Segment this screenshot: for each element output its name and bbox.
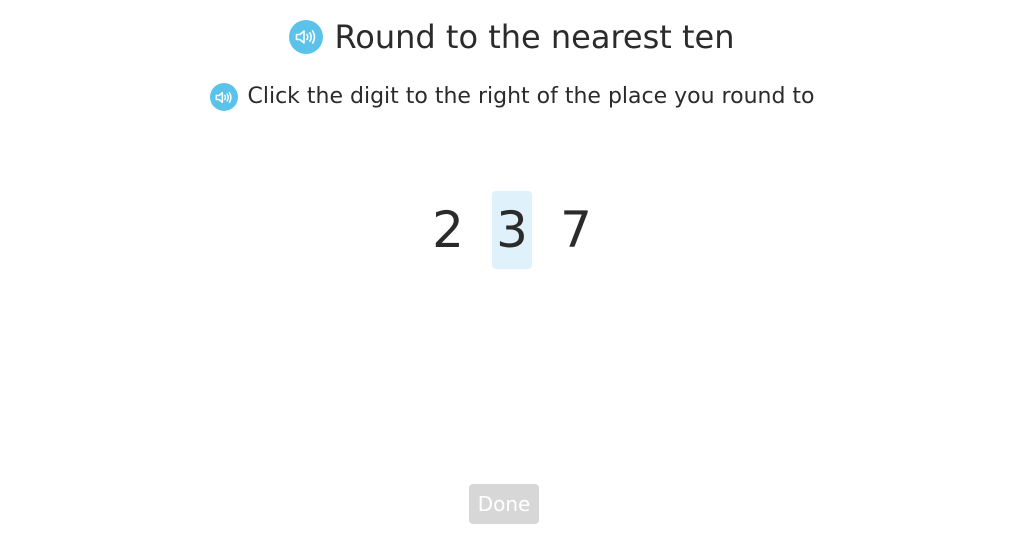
digit-hundreds[interactable]: 2 <box>428 191 468 269</box>
done-button[interactable]: Done <box>469 484 539 524</box>
title-speaker-icon[interactable] <box>289 20 324 54</box>
instruction-row: Click the digit to the right of the plac… <box>0 80 1024 114</box>
digit-ones[interactable]: 7 <box>556 191 596 269</box>
number-digits: 2 3 7 <box>0 191 1024 269</box>
instruction-group: Click the digit to the right of the plac… <box>209 80 815 114</box>
title-row: Round to the nearest ten <box>0 16 1024 58</box>
speaker-icon <box>215 91 232 103</box>
title-group: Round to the nearest ten <box>289 16 735 58</box>
page-title: Round to the nearest ten <box>334 18 735 56</box>
speaker-icon <box>296 30 316 44</box>
exercise-page: Round to the nearest ten Click the digit… <box>0 0 1024 560</box>
digit-tens[interactable]: 3 <box>492 191 532 269</box>
instruction-text: Click the digit to the right of the plac… <box>247 84 815 109</box>
instruction-speaker-icon[interactable] <box>209 83 238 111</box>
